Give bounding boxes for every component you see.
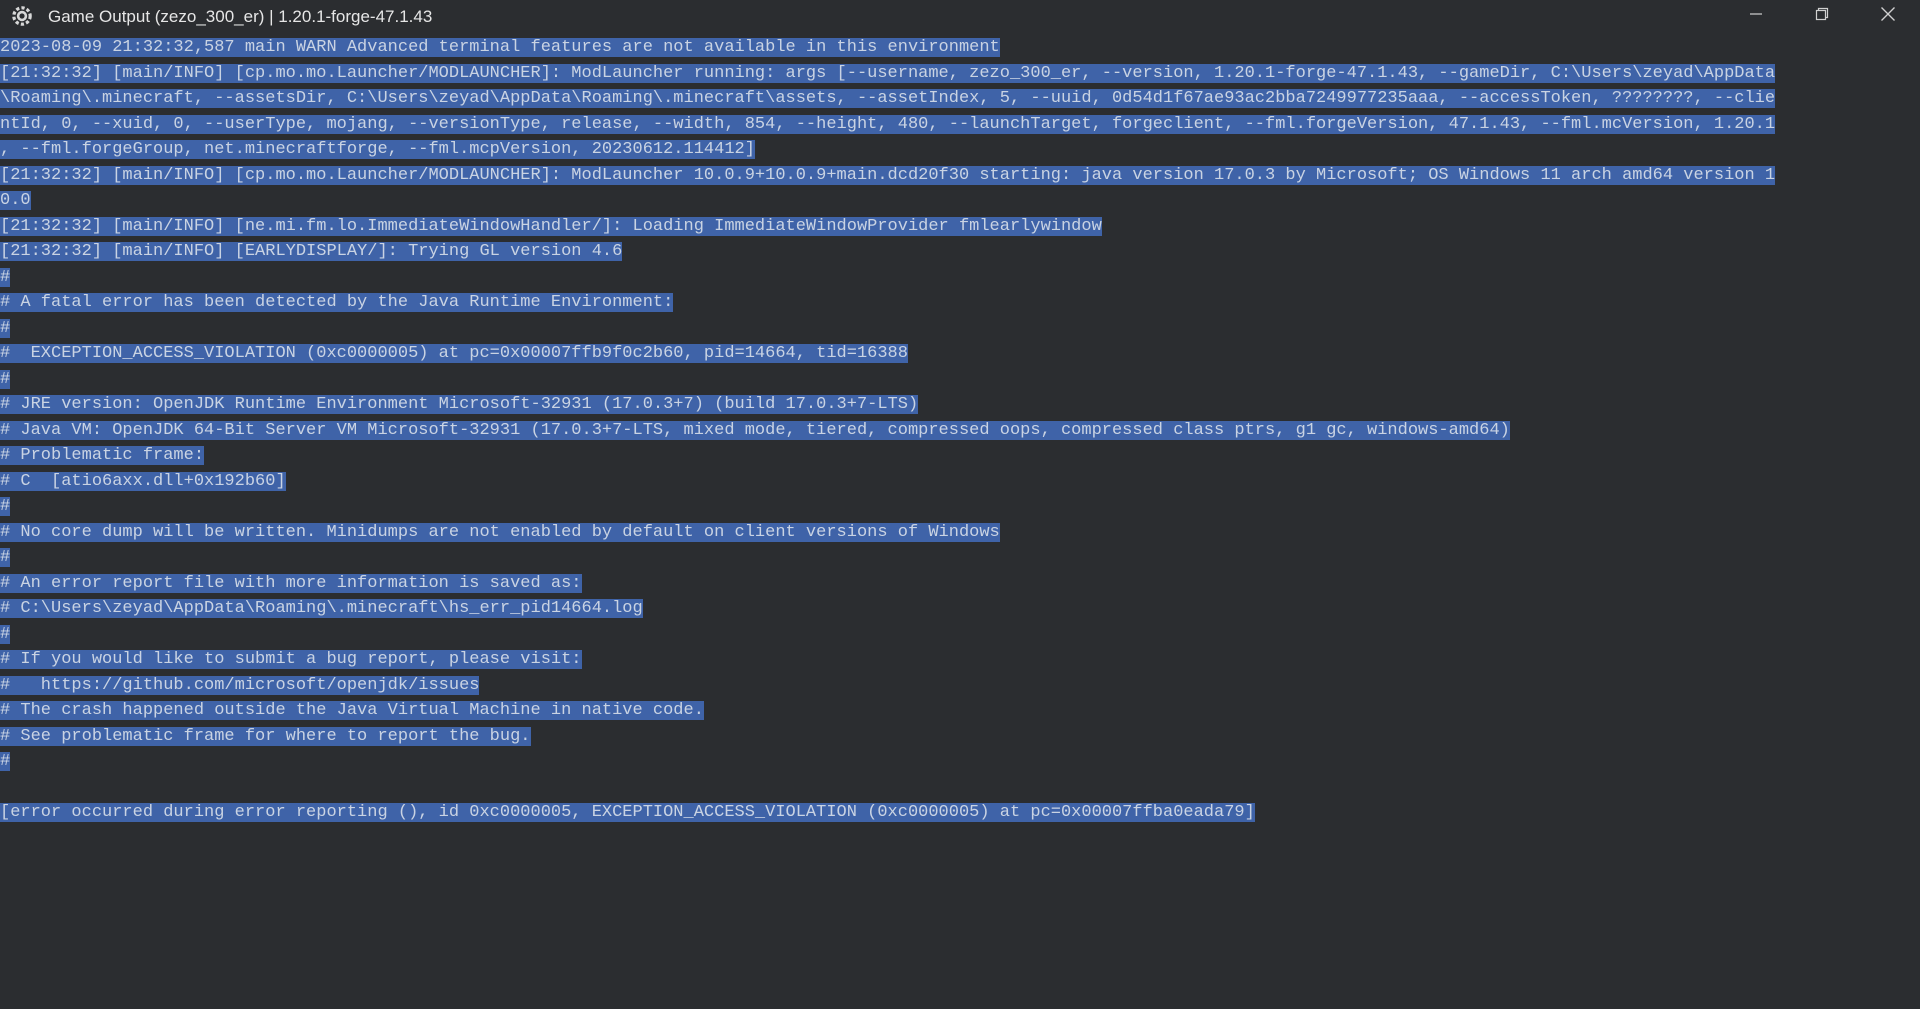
console-line: # No core dump will be written. Minidump… xyxy=(0,522,1000,542)
console-line: # If you would like to submit a bug repo… xyxy=(0,650,582,669)
console-line: # An error report file with more informa… xyxy=(0,573,582,593)
console-line: \Roaming\.minecraft, --assetsDir, C:\Use… xyxy=(0,89,1776,108)
restore-button[interactable] xyxy=(1790,0,1854,32)
window-title: Game Output (zezo_300_er) | 1.20.1-forge… xyxy=(48,7,433,26)
console-line: # JRE version: OpenJDK Runtime Environme… xyxy=(0,395,919,414)
console-line: [error occurred during error reporting (… xyxy=(0,803,1255,822)
console-line: # C:\Users\zeyad\AppData\Roaming\.minecr… xyxy=(0,599,643,618)
console-line: # Problematic frame: xyxy=(0,446,205,465)
console-line: # A fatal error has been detected by the… xyxy=(0,293,674,312)
console-line: # EXCEPTION_ACCESS_VIOLATION (0xc0000005… xyxy=(0,344,908,363)
console-line: # xyxy=(0,548,11,567)
console-line: # xyxy=(0,318,11,338)
console-line: ntId, 0, --xuid, 0, --userType, mojang, … xyxy=(0,114,1776,134)
console-output[interactable]: 2023-08-09 21:32:32,587 main WARN Advanc… xyxy=(0,35,1920,1009)
console-line: # https://github.com/microsoft/openjdk/i… xyxy=(0,675,480,695)
console-line: # xyxy=(0,369,11,389)
console-line: 0.0 xyxy=(0,191,31,210)
title-bar[interactable]: Game Output (zezo_300_er) | 1.20.1-forge… xyxy=(0,0,1920,32)
console-line: # xyxy=(0,624,11,644)
close-icon xyxy=(1880,6,1896,27)
minimize-icon xyxy=(1749,7,1763,26)
console-line: # xyxy=(0,497,11,516)
console-line: # The crash happened outside the Java Vi… xyxy=(0,701,704,720)
console-line: # Java VM: OpenJDK 64-Bit Server VM Micr… xyxy=(0,420,1510,440)
curseforge-gear-icon xyxy=(10,4,34,28)
console-line: , --fml.forgeGroup, net.minecraftforge, … xyxy=(0,140,755,159)
console-line: # See problematic frame for where to rep… xyxy=(0,726,531,746)
console-line: 2023-08-09 21:32:32,587 main WARN Advanc… xyxy=(0,38,1000,57)
console-line: # xyxy=(0,752,11,771)
console-line: # C [atio6axx.dll+0x192b60] xyxy=(0,471,286,491)
restore-icon xyxy=(1815,7,1829,26)
console-line: [21:32:32] [main/INFO] [EARLYDISPLAY/]: … xyxy=(0,242,623,261)
close-button[interactable] xyxy=(1856,0,1920,32)
console-line: [21:32:32] [main/INFO] [cp.mo.mo.Launche… xyxy=(0,165,1776,185)
console-line: # xyxy=(0,267,11,287)
console-line: [21:32:32] [main/INFO] [cp.mo.mo.Launche… xyxy=(0,63,1776,83)
game-output-window: Game Output (zezo_300_er) | 1.20.1-forge… xyxy=(0,0,1920,1009)
console-line: [21:32:32] [main/INFO] [ne.mi.fm.lo.Imme… xyxy=(0,216,1102,236)
minimize-button[interactable] xyxy=(1724,0,1788,32)
